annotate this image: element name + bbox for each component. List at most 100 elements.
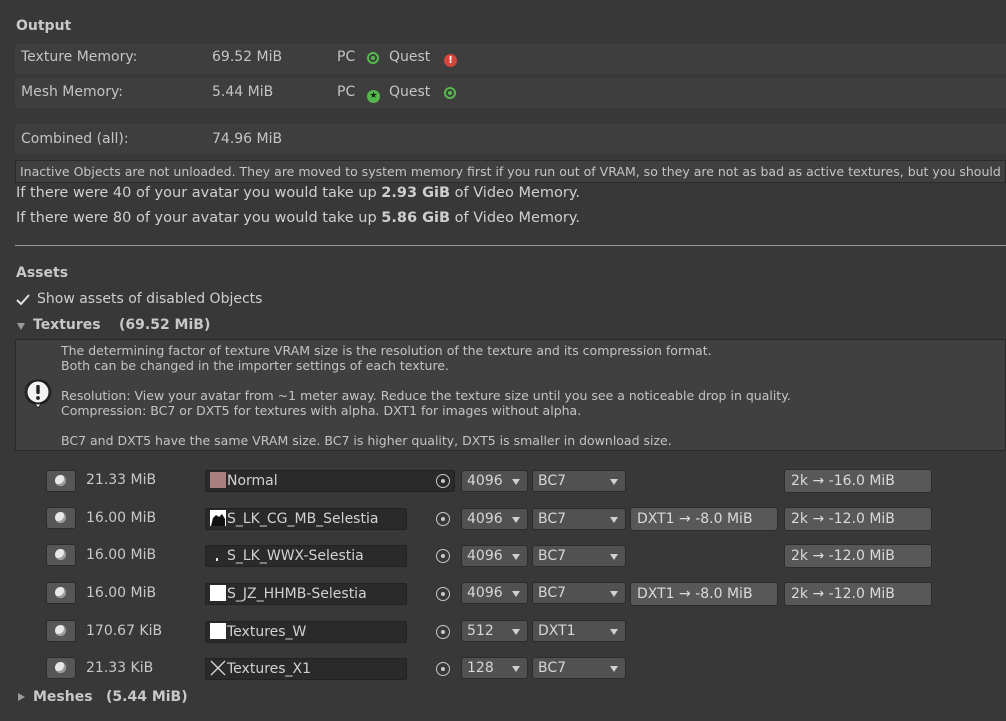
resize-suggestion-button[interactable]: 2k → -12.0 MiB xyxy=(784,507,932,531)
object-picker-icon[interactable] xyxy=(436,512,450,526)
pc-label: PC xyxy=(337,84,356,100)
ping-object-button[interactable] xyxy=(46,544,76,566)
resolution-dropdown[interactable]: 4096 xyxy=(461,508,528,530)
resolution-value: 128 xyxy=(467,660,494,676)
mesh-memory-value: 5.44 MiB xyxy=(212,84,274,100)
format-value: BC7 xyxy=(538,548,567,564)
texture-row: 21.33 MiB Normal 4096 BC7 2k → -16.0 MiB xyxy=(0,467,1006,495)
show-disabled-label: Show assets of disabled Objects xyxy=(37,291,263,307)
texture-object-field[interactable]: Textures_W xyxy=(205,621,407,643)
texture-object-field[interactable]: Textures_X1 xyxy=(205,658,407,680)
texture-object-field[interactable]: Normal xyxy=(205,470,455,492)
combined-label: Combined (all): xyxy=(21,131,129,147)
texture-size: 16.00 MiB xyxy=(86,585,157,601)
object-picker-icon[interactable] xyxy=(436,625,450,639)
ping-object-button[interactable] xyxy=(46,507,76,529)
compress-suggestion-button[interactable]: DXT1 → -8.0 MiB xyxy=(630,582,778,606)
textures-foldout[interactable]: Textures (69.52 MiB) xyxy=(15,316,415,336)
resolution-value: 4096 xyxy=(467,511,503,527)
resize-suggestion-button[interactable]: 2k → -16.0 MiB xyxy=(784,469,932,493)
texture-row: 21.33 KiB Textures_X1 128 BC7 xyxy=(0,654,1006,682)
texture-thumbnail xyxy=(210,585,226,601)
ping-object-button[interactable] xyxy=(46,620,76,642)
format-dropdown[interactable]: BC7 xyxy=(532,508,626,530)
resolution-dropdown[interactable]: 128 xyxy=(461,657,528,679)
texture-name: S_JZ_HHMB-Selestia xyxy=(227,586,367,602)
compress-suggestion-button[interactable]: DXT1 → -8.0 MiB xyxy=(630,507,778,531)
combined-row: Combined (all): 74.96 MiB xyxy=(15,124,1006,154)
resolution-dropdown[interactable]: 4096 xyxy=(461,545,528,567)
chevron-down-icon xyxy=(512,517,520,523)
avatar-40-line: If there were 40 of your avatar you woul… xyxy=(16,185,580,201)
texture-size: 21.33 KiB xyxy=(86,660,154,676)
texture-name: Normal xyxy=(227,473,278,489)
ping-object-button[interactable] xyxy=(46,657,76,679)
chevron-down-icon xyxy=(512,554,520,560)
avatar-40-suffix: of Video Memory. xyxy=(450,185,580,201)
chevron-down-icon xyxy=(512,591,520,597)
chevron-down-icon xyxy=(610,517,618,523)
assets-header: Assets xyxy=(16,265,69,281)
pc-ok-status-icon xyxy=(367,51,379,67)
info-exclamation-icon xyxy=(24,379,52,409)
foldout-closed-arrow-icon[interactable] xyxy=(18,693,25,701)
help-line: The determining factor of texture VRAM s… xyxy=(61,343,712,358)
chevron-down-icon xyxy=(610,666,618,672)
object-picker-icon[interactable] xyxy=(436,474,450,488)
object-picker-icon[interactable] xyxy=(436,549,450,563)
resolution-dropdown[interactable]: 4096 xyxy=(461,582,528,604)
texture-size: 170.67 KiB xyxy=(86,623,163,639)
texture-object-field[interactable]: S_LK_CG_MB_Selestia xyxy=(205,508,407,530)
meshes-foldout[interactable]: Meshes (5.44 MiB) xyxy=(15,688,415,708)
ping-object-button[interactable] xyxy=(46,582,76,604)
format-dropdown[interactable]: BC7 xyxy=(532,545,626,567)
resize-suggestion-button[interactable]: 2k → -12.0 MiB xyxy=(784,544,932,568)
format-value: BC7 xyxy=(538,585,567,601)
texture-thumbnail xyxy=(210,660,226,676)
texture-size: 16.00 MiB xyxy=(86,547,157,563)
texture-name: Textures_W xyxy=(227,624,307,640)
avatar-40-prefix: If there were 40 of your avatar you woul… xyxy=(16,185,382,201)
texture-name: Textures_X1 xyxy=(227,661,312,677)
ping-object-button[interactable] xyxy=(46,470,76,492)
avatar-40-value: 2.93 GiB xyxy=(381,185,451,201)
foldout-open-arrow-icon[interactable] xyxy=(17,323,25,330)
resolution-value: 512 xyxy=(467,623,494,639)
texture-size: 16.00 MiB xyxy=(86,510,157,526)
chevron-down-icon xyxy=(610,479,618,485)
texture-thumbnail xyxy=(210,623,226,639)
combined-value: 74.96 MiB xyxy=(212,131,283,147)
texture-row: 16.00 MiB S_LK_WWX-Selestia 4096 BC7 2k … xyxy=(0,541,1006,569)
pc-label: PC xyxy=(337,49,356,65)
texture-memory-row: Texture Memory: 69.52 MiB PC Quest ! xyxy=(15,44,1006,74)
texture-thumbnail xyxy=(210,472,226,488)
texture-memory-value: 69.52 MiB xyxy=(212,49,283,65)
resize-suggestion-button[interactable]: 2k → -12.0 MiB xyxy=(784,582,932,606)
chevron-down-icon xyxy=(610,591,618,597)
textures-label: Textures xyxy=(33,317,101,333)
help-line: BC7 and DXT5 have the same VRAM size. BC… xyxy=(61,433,672,448)
resolution-dropdown[interactable]: 512 xyxy=(461,620,528,642)
textures-help-box: The determining factor of texture VRAM s… xyxy=(15,339,1006,451)
object-picker-icon[interactable] xyxy=(436,587,450,601)
chevron-down-icon xyxy=(512,666,520,672)
help-line: Both can be changed in the importer sett… xyxy=(61,358,449,373)
texture-row: 170.67 KiB Textures_W 512 DXT1 xyxy=(0,617,1006,645)
format-dropdown[interactable]: DXT1 xyxy=(532,620,626,642)
pc-excellent-status-icon: ★ xyxy=(367,85,380,103)
meshes-label: Meshes xyxy=(33,689,93,705)
help-text: The determining factor of texture VRAM s… xyxy=(61,343,791,448)
texture-object-field[interactable]: S_JZ_HHMB-Selestia xyxy=(205,583,407,605)
format-dropdown[interactable]: BC7 xyxy=(532,470,626,492)
format-dropdown[interactable]: BC7 xyxy=(532,657,626,679)
meshes-total: (5.44 MiB) xyxy=(106,689,188,705)
help-line: Compression: BC7 or DXT5 for textures wi… xyxy=(61,403,582,418)
resolution-dropdown[interactable]: 4096 xyxy=(461,470,528,492)
object-picker-icon[interactable] xyxy=(436,662,450,676)
texture-object-field[interactable]: S_LK_WWX-Selestia xyxy=(205,545,407,567)
texture-row: 16.00 MiB S_JZ_HHMB-Selestia 4096 BC7 DX… xyxy=(0,579,1006,607)
format-value: DXT1 xyxy=(538,623,576,639)
format-dropdown[interactable]: BC7 xyxy=(532,582,626,604)
format-value: BC7 xyxy=(538,511,567,527)
checkmark-icon[interactable] xyxy=(15,293,31,307)
